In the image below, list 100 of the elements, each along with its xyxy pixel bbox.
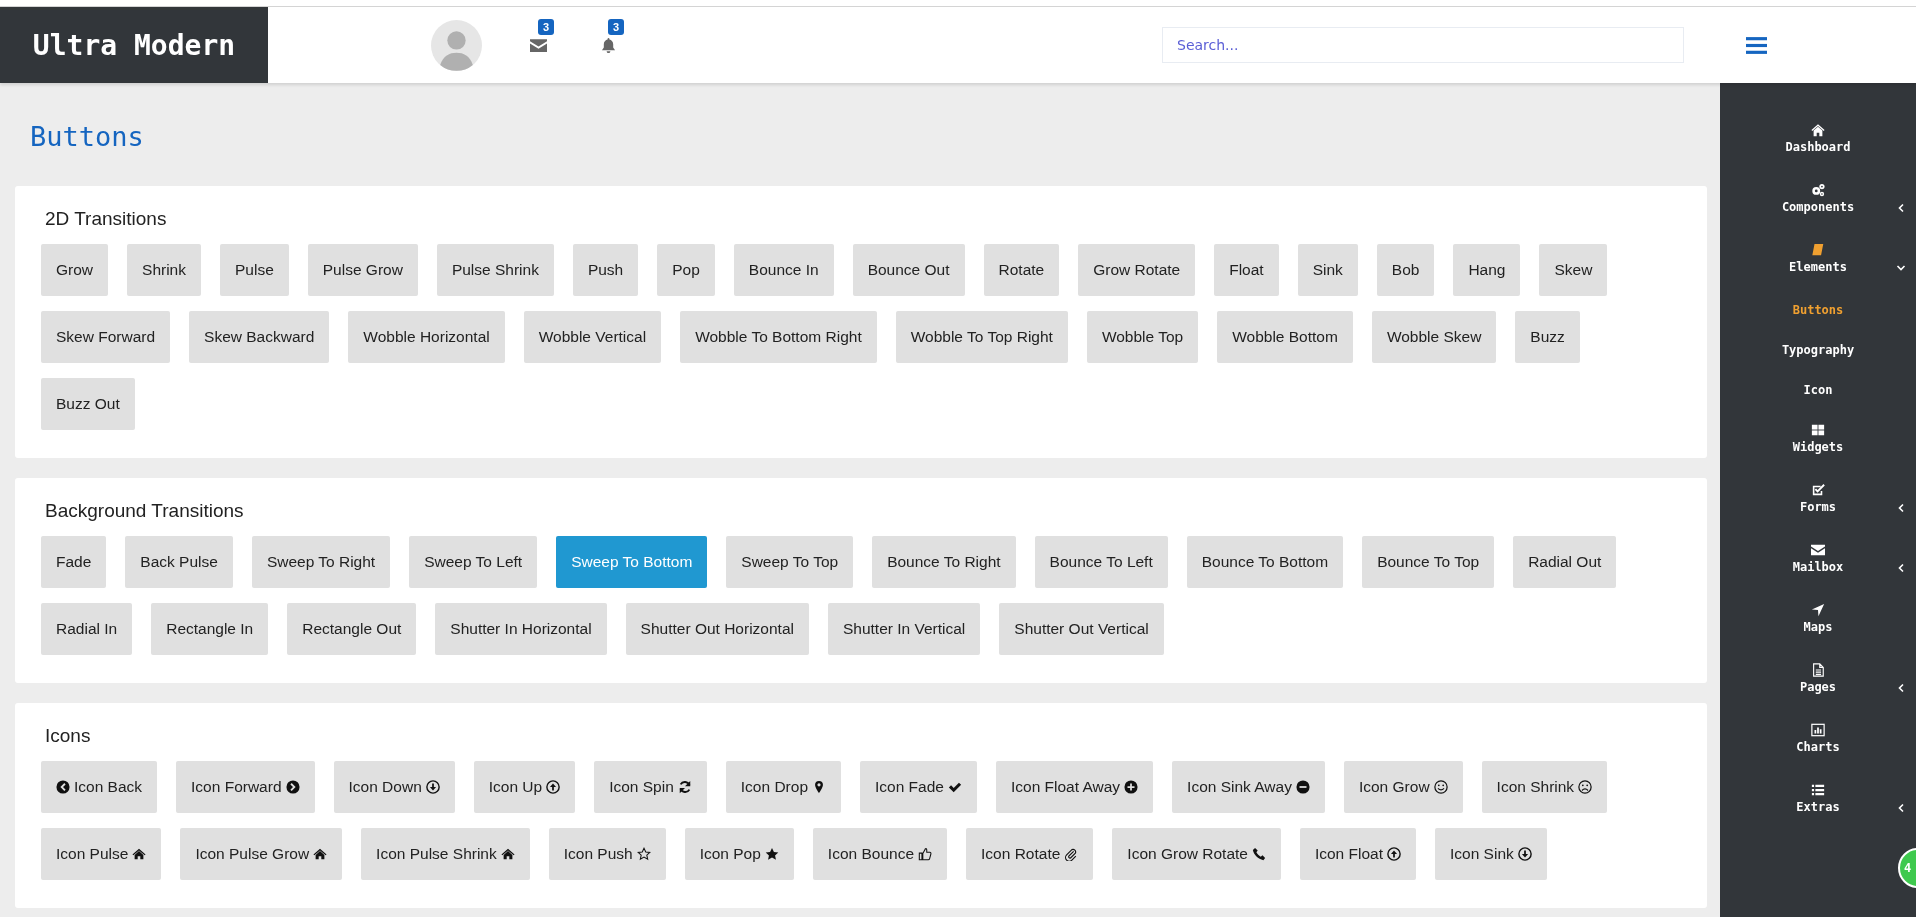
- sidebar-item[interactable]: Components: [1720, 183, 1916, 243]
- search-field[interactable]: Search...: [1162, 27, 1684, 63]
- demo-button[interactable]: Wobble To Top Right: [895, 311, 1068, 363]
- demo-button[interactable]: Bounce To Bottom: [1186, 536, 1344, 588]
- demo-button[interactable]: Icon Back: [41, 761, 158, 813]
- circle-left-icon: [56, 780, 70, 794]
- sidebar-item[interactable]: Pages: [1720, 663, 1916, 723]
- message-count-badge: 3: [538, 19, 555, 35]
- demo-button[interactable]: Rotate: [983, 244, 1060, 296]
- circle-right-icon: [285, 780, 300, 794]
- demo-button[interactable]: Icon Drop: [725, 761, 841, 813]
- demo-button[interactable]: Icon Float Away: [995, 761, 1154, 813]
- sidebar-item[interactable]: Maps: [1720, 603, 1916, 663]
- home-icon: [313, 847, 328, 861]
- demo-button[interactable]: Icon Sink Away: [1172, 761, 1325, 813]
- demo-button[interactable]: Fade: [41, 536, 107, 588]
- demo-button[interactable]: Icon Pulse: [41, 828, 162, 880]
- demo-button[interactable]: Radial In: [41, 603, 133, 655]
- demo-button[interactable]: Icon Spin: [594, 761, 707, 813]
- demo-button[interactable]: Pulse Shrink: [436, 244, 554, 296]
- demo-button[interactable]: Pop: [657, 244, 715, 296]
- demo-button[interactable]: Sweep To Left: [409, 536, 538, 588]
- demo-button[interactable]: Wobble Skew: [1371, 311, 1497, 363]
- plus-circle-icon: [1124, 780, 1139, 794]
- demo-button[interactable]: Sweep To Right: [251, 536, 391, 588]
- demo-button[interactable]: Bob: [1376, 244, 1435, 296]
- demo-button[interactable]: Grow: [41, 244, 109, 296]
- demo-button[interactable]: Sink: [1297, 244, 1358, 296]
- sidebar-item[interactable]: Dashboard: [1720, 123, 1916, 183]
- menu-icon[interactable]: [1746, 36, 1767, 54]
- demo-button[interactable]: Back Pulse: [125, 536, 233, 588]
- demo-button[interactable]: Wobble To Bottom Right: [680, 311, 877, 363]
- demo-button[interactable]: Skew Backward: [189, 311, 330, 363]
- demo-button[interactable]: Icon Grow: [1343, 761, 1463, 813]
- demo-button[interactable]: Rectangle Out: [287, 603, 417, 655]
- sidebar-item[interactable]: Charts: [1720, 723, 1916, 783]
- demo-button[interactable]: Icon Forward: [176, 761, 315, 813]
- frown-icon: [1578, 780, 1593, 794]
- demo-button[interactable]: Wobble Vertical: [523, 311, 662, 363]
- section-title: 2D Transitions: [45, 208, 168, 230]
- sidebar-item[interactable]: Forms: [1720, 483, 1916, 543]
- sidebar-subitem[interactable]: Buttons: [1768, 303, 1868, 343]
- demo-button[interactable]: Icon Bounce: [812, 828, 948, 880]
- demo-button[interactable]: Icon Pop: [684, 828, 794, 880]
- demo-button[interactable]: Shutter Out Vertical: [999, 603, 1164, 655]
- demo-button[interactable]: Wobble Horizontal: [348, 311, 505, 363]
- demo-button[interactable]: Pulse: [220, 244, 289, 296]
- demo-button[interactable]: Icon Sink: [1435, 828, 1547, 880]
- demo-button[interactable]: Icon Pulse Shrink: [361, 828, 530, 880]
- demo-button[interactable]: Rectangle In: [151, 603, 269, 655]
- demo-button[interactable]: Skew Forward: [41, 311, 171, 363]
- demo-button[interactable]: Radial Out: [1513, 536, 1617, 588]
- demo-button[interactable]: Shutter In Vertical: [827, 603, 981, 655]
- smile-icon: [1433, 780, 1448, 794]
- demo-button[interactable]: Icon Up: [473, 761, 576, 813]
- demo-button[interactable]: Shrink: [127, 244, 201, 296]
- demo-button[interactable]: Icon Shrink: [1481, 761, 1608, 813]
- demo-button[interactable]: Bounce In: [733, 244, 834, 296]
- circle-down-icon: [1517, 847, 1532, 861]
- demo-button[interactable]: Icon Float: [1299, 828, 1416, 880]
- bell-icon[interactable]: [599, 37, 617, 53]
- minus-circle-icon: [1295, 780, 1310, 794]
- demo-button[interactable]: Icon Down: [333, 761, 455, 813]
- demo-button[interactable]: Wobble Top: [1086, 311, 1199, 363]
- demo-button[interactable]: Hang: [1453, 244, 1521, 296]
- envelope-icon[interactable]: [529, 37, 547, 53]
- page-title: Buttons: [30, 121, 145, 152]
- demo-button[interactable]: Grow Rotate: [1078, 244, 1196, 296]
- demo-button[interactable]: Push: [572, 244, 639, 296]
- sidebar-subitem[interactable]: Icon: [1768, 383, 1868, 423]
- star-outline-icon: [636, 847, 651, 861]
- demo-button[interactable]: Icon Grow Rotate: [1112, 828, 1281, 880]
- section-title: Icons: [45, 725, 92, 747]
- demo-button[interactable]: Pulse Grow: [307, 244, 418, 296]
- check-icon: [947, 780, 962, 794]
- demo-button[interactable]: Sweep To Top: [726, 536, 854, 588]
- demo-button[interactable]: Icon Pulse Grow: [180, 828, 343, 880]
- sidebar-item[interactable]: Widgets: [1720, 423, 1916, 483]
- sidebar-item[interactable]: Extras: [1720, 783, 1916, 843]
- sidebar-item[interactable]: Elements: [1720, 243, 1916, 303]
- demo-button[interactable]: Icon Push: [548, 828, 666, 880]
- paperclip-icon: [1064, 847, 1079, 861]
- demo-button[interactable]: Icon Fade: [860, 761, 977, 813]
- demo-button[interactable]: Bounce To Left: [1034, 536, 1168, 588]
- thumb-icon: [918, 847, 933, 861]
- demo-button[interactable]: Buzz: [1515, 311, 1580, 363]
- sidebar-item[interactable]: Mailbox: [1720, 543, 1916, 603]
- sidebar-subitem[interactable]: Typography: [1768, 343, 1868, 383]
- demo-button[interactable]: Shutter Out Horizontal: [625, 603, 809, 655]
- demo-button[interactable]: Bounce To Top: [1362, 536, 1495, 588]
- star-icon: [764, 847, 779, 861]
- demo-button[interactable]: Icon Rotate: [966, 828, 1094, 880]
- demo-button[interactable]: Shutter In Horizontal: [435, 603, 607, 655]
- demo-button[interactable]: Buzz Out: [41, 378, 135, 430]
- demo-button[interactable]: Wobble Bottom: [1217, 311, 1353, 363]
- demo-button[interactable]: Bounce To Right: [872, 536, 1016, 588]
- refresh-icon: [677, 780, 692, 794]
- demo-button[interactable]: Float: [1214, 244, 1279, 296]
- demo-button[interactable]: Bounce Out: [852, 244, 965, 296]
- demo-button[interactable]: Skew: [1539, 244, 1608, 296]
